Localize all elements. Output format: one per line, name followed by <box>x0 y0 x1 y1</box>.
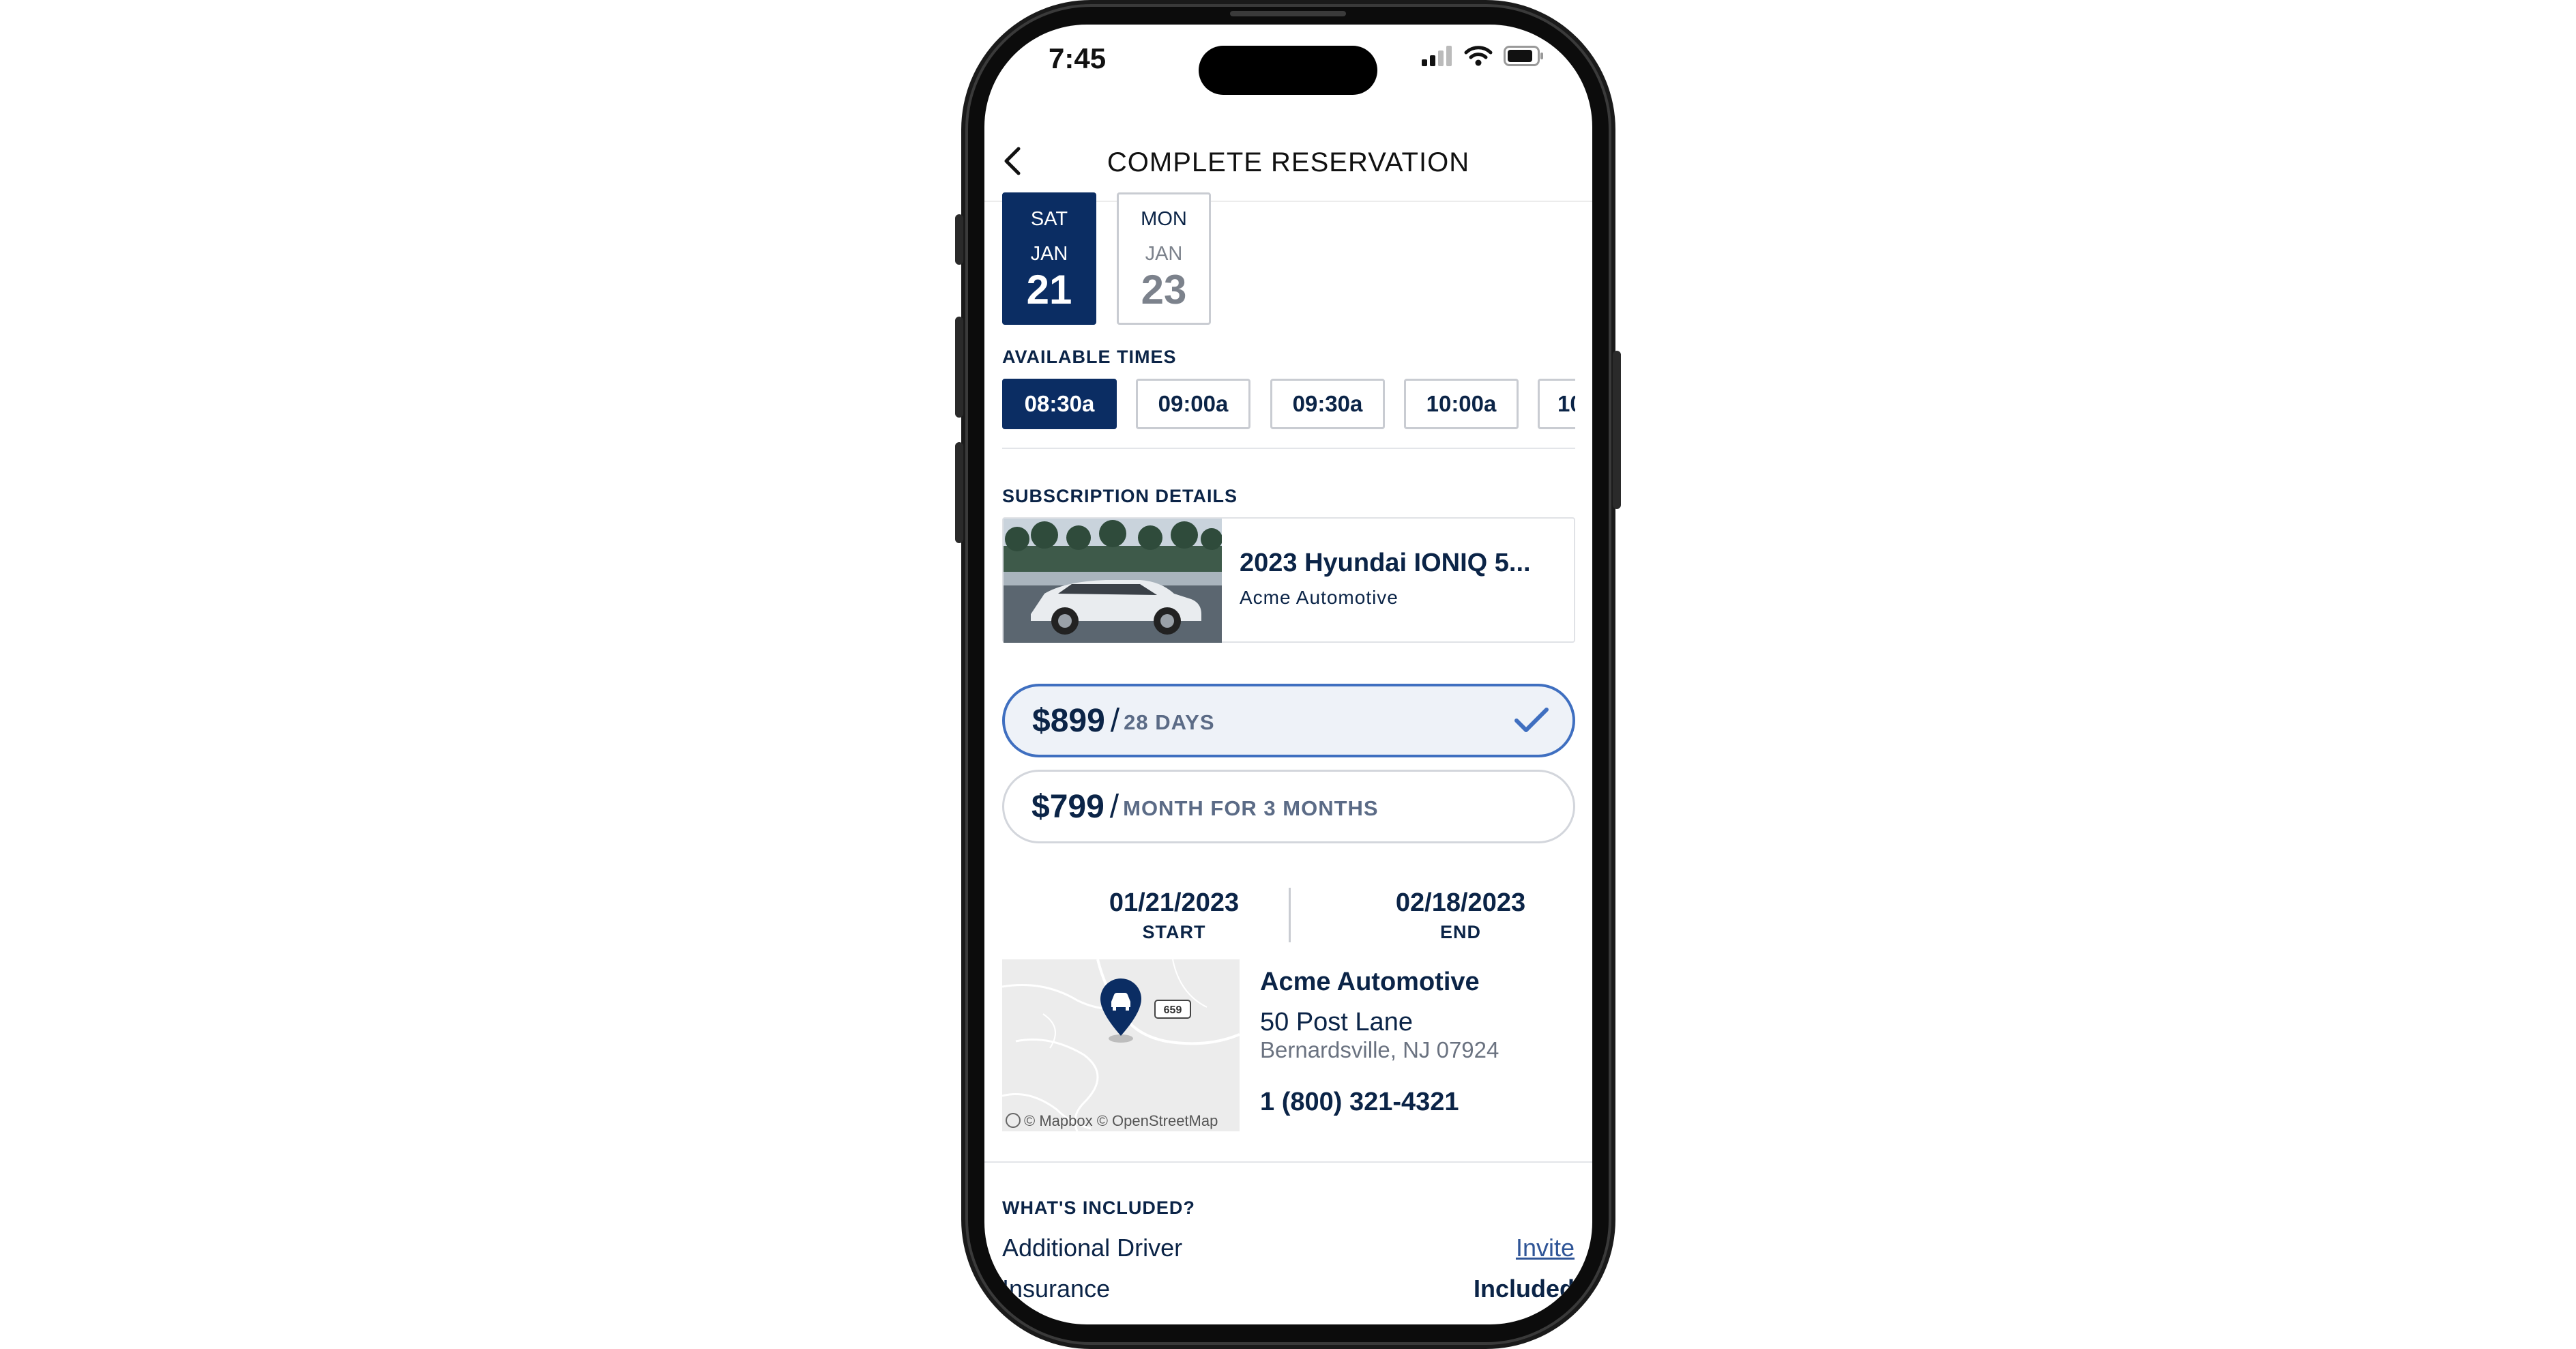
whats-included-label: WHAT'S INCLUDED? <box>1002 1198 1195 1218</box>
vehicle-card[interactable]: 2023 Hyundai IONIQ 5... Acme Automotive <box>1002 517 1575 643</box>
date-day: 21 <box>1026 267 1072 313</box>
price-option-28-days[interactable]: $899 / 28 DAYS <box>1002 684 1575 757</box>
insurance-label: Insurance <box>1002 1275 1111 1303</box>
location-street: 50 Post Lane <box>1260 1008 1413 1036</box>
end-date: 02/18/2023 <box>1395 888 1526 917</box>
status-time: 7:45 <box>1049 42 1107 74</box>
time-slot-1000[interactable]: 10:00a <box>1404 379 1519 429</box>
dynamic-island <box>1199 46 1377 95</box>
battery-icon <box>1504 46 1543 66</box>
date-day-of-week: SAT <box>1030 208 1068 230</box>
date-day-of-week: MON <box>1141 208 1187 230</box>
price-unit: 28 DAYS <box>1124 710 1215 734</box>
map-attribution[interactable]: © Mapbox © OpenStreetMap <box>1024 1112 1218 1130</box>
status-icons <box>1422 45 1545 67</box>
app-header: COMPLETE RESERVATION <box>984 120 1592 202</box>
location-city: Bernardsville, NJ 07924 <box>1260 1037 1499 1062</box>
price-amount: $799 <box>1031 788 1104 825</box>
start-label: START <box>1142 922 1206 942</box>
location-name: Acme Automotive <box>1260 968 1480 996</box>
power-button <box>1613 351 1621 509</box>
available-times-label: AVAILABLE TIMES <box>1002 347 1177 367</box>
date-range-divider <box>1289 888 1291 942</box>
vehicle-name: 2023 Hyundai IONIQ 5... <box>1240 549 1531 577</box>
route-shield-text: 659 <box>1164 1004 1182 1016</box>
additional-driver-label: Additional Driver <box>1002 1234 1183 1262</box>
earpiece-speaker <box>1230 11 1346 16</box>
date-card-sat-jan-21[interactable]: SAT JAN 21 <box>1002 192 1096 325</box>
price-unit: MONTH FOR 3 MONTHS <box>1123 796 1379 820</box>
map-roads: 659 <box>1002 959 1240 1131</box>
volume-up-button <box>955 317 963 418</box>
date-day: 23 <box>1141 267 1187 313</box>
time-slot-0900[interactable]: 09:00a <box>1136 379 1250 429</box>
end-label: END <box>1439 922 1481 942</box>
signal-icon <box>1422 46 1452 66</box>
location-map[interactable]: 659 © Mapbox © OpenStreetMap <box>1002 959 1240 1131</box>
date-month: JAN <box>1145 243 1183 265</box>
check-icon <box>1514 708 1549 732</box>
vehicle-dealer: Acme Automotive <box>1240 587 1399 608</box>
vehicle-photo <box>1004 519 1222 643</box>
invite-link[interactable]: Invite <box>1516 1234 1575 1262</box>
insurance-value: Included <box>1473 1275 1575 1303</box>
wifi-icon <box>1464 46 1493 66</box>
price-slash: / <box>1110 702 1120 739</box>
date-card-mon-jan-23[interactable]: MON JAN 23 <box>1117 192 1211 325</box>
time-slot-0930[interactable]: 09:30a <box>1270 379 1385 429</box>
time-slot-list[interactable]: 08:30a 09:00a 09:30a 10:00a 10 <box>1002 379 1575 431</box>
app-screen: 7:45 COMPLETE RESERVATION SAT JAN 21 MON… <box>984 25 1592 1324</box>
page-title: COMPLETE RESERVATION <box>1107 147 1470 177</box>
price-option-3-months[interactable]: $799 / MONTH FOR 3 MONTHS <box>1002 770 1575 843</box>
time-slot-0830[interactable]: 08:30a <box>1002 379 1117 429</box>
price-slash: / <box>1109 788 1119 825</box>
section-divider <box>1002 448 1575 449</box>
section-divider <box>984 1161 1592 1163</box>
time-slot-partial[interactable]: 10 <box>1538 379 1575 429</box>
action-button <box>955 214 963 265</box>
location-phone[interactable]: 1 (800) 321-4321 <box>1260 1088 1459 1117</box>
start-date: 01/21/2023 <box>1109 888 1240 917</box>
date-month: JAN <box>1030 243 1068 265</box>
volume-down-button <box>955 442 963 543</box>
subscription-details-label: SUBSCRIPTION DETAILS <box>1002 486 1238 506</box>
price-amount: $899 <box>1032 702 1105 739</box>
